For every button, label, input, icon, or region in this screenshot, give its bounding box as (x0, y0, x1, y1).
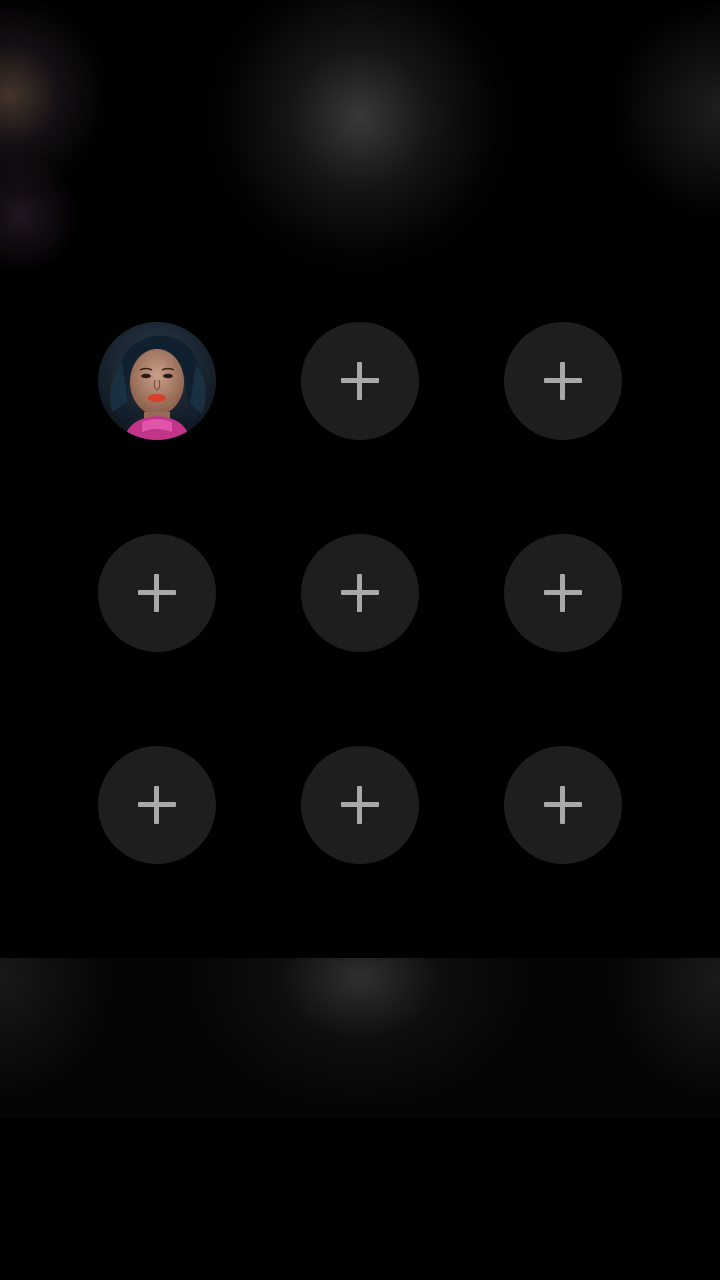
participant-grid (0, 275, 720, 958)
plus-icon (544, 574, 582, 612)
user-avatar-image (98, 322, 216, 440)
add-participant-button[interactable] (98, 534, 216, 652)
add-participant-button[interactable] (504, 322, 622, 440)
plus-icon (138, 574, 176, 612)
plus-icon (341, 574, 379, 612)
plus-icon (341, 362, 379, 400)
blurred-backdrop-bottom (0, 958, 720, 1118)
call-grid-screen (0, 0, 720, 1280)
plus-icon (544, 362, 582, 400)
add-participant-button[interactable] (504, 746, 622, 864)
plus-icon (341, 786, 379, 824)
add-participant-button[interactable] (98, 746, 216, 864)
add-participant-button[interactable] (504, 534, 622, 652)
blurred-backdrop-top (0, 0, 720, 275)
participant-avatar[interactable] (98, 322, 216, 440)
add-participant-button[interactable] (301, 746, 419, 864)
add-participant-button[interactable] (301, 322, 419, 440)
plus-icon (544, 786, 582, 824)
plus-icon (138, 786, 176, 824)
add-participant-button[interactable] (301, 534, 419, 652)
